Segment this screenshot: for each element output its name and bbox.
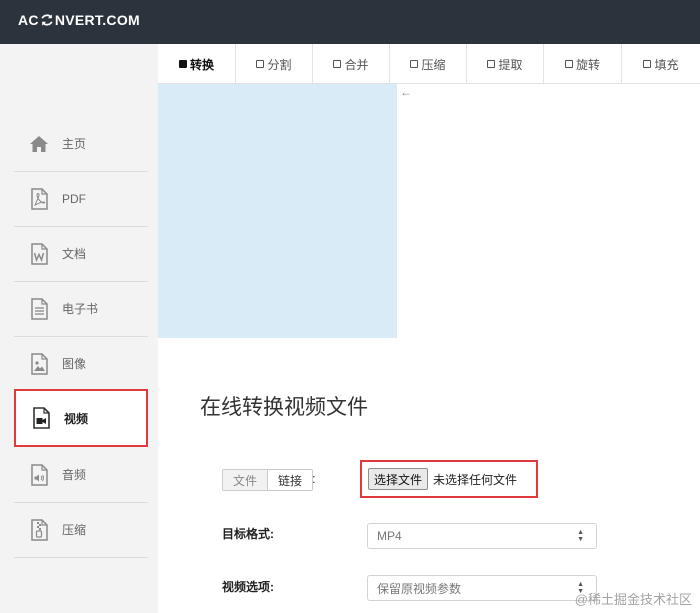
sidebar-item-label: 文档	[62, 247, 87, 261]
video-options-select[interactable]: 保留原视频参数 ▲ ▼	[367, 575, 597, 601]
pdf-file-icon	[28, 187, 50, 210]
sidebar-item-document[interactable]: 文档	[14, 226, 148, 282]
video-options-value: 保留原视频参数	[377, 581, 462, 596]
tab-label: 压缩	[421, 57, 446, 72]
site-logo[interactable]: AC NVERT.COM	[18, 12, 140, 28]
checkbox-icon	[256, 60, 265, 68]
image-file-icon	[28, 352, 50, 375]
tab-label: 旋转	[575, 57, 600, 72]
home-icon	[28, 133, 50, 155]
tab-rotate[interactable]: 旋转	[544, 44, 622, 84]
word-document-icon	[28, 242, 50, 265]
tab-label: 合并	[344, 57, 369, 72]
file-input-highlight: 选择文件 未选择任何文件	[360, 460, 538, 498]
sidebar-item-label: 音频	[62, 468, 87, 482]
ebook-icon	[28, 297, 50, 320]
choose-file-button[interactable]: 选择文件	[368, 468, 429, 490]
checkbox-icon	[487, 60, 496, 68]
tab-convert[interactable]: 转换	[158, 44, 236, 84]
checkbox-icon	[410, 60, 419, 68]
select-caret-icon: ▲ ▼	[577, 529, 584, 543]
sidebar-item-label: PDF	[62, 191, 86, 206]
tab-label: 分割	[267, 57, 292, 72]
checkbox-icon	[333, 60, 342, 68]
back-arrow-icon[interactable]: ←	[400, 85, 412, 99]
sidebar-item-home[interactable]: 主页	[14, 116, 148, 172]
sidebar-item-archive[interactable]: 压缩	[14, 502, 148, 558]
audio-file-icon	[28, 463, 50, 486]
tab-compress[interactable]: 压缩	[390, 44, 467, 84]
target-format-label: 目标格式:	[222, 527, 274, 541]
refresh-logo-icon	[41, 14, 53, 26]
tab-label: 填充	[654, 57, 679, 72]
archive-file-icon	[28, 518, 50, 541]
checkbox-icon	[564, 60, 573, 68]
logo-text-left: AC	[18, 12, 39, 28]
sidebar: 主页 PDF 文档 电子书 图像 视频 音频 压缩	[0, 44, 158, 613]
file-status-text: 未选择任何文件	[433, 472, 518, 487]
sidebar-item-label: 视频	[64, 411, 89, 426]
video-file-icon	[30, 407, 52, 429]
file-source-button[interactable]: 文件	[223, 470, 269, 490]
target-format-select[interactable]: MP4 ▲ ▼	[367, 523, 597, 549]
tab-label: 提取	[498, 57, 523, 72]
tab-fill[interactable]: 填充	[622, 44, 700, 84]
tab-merge[interactable]: 合并	[313, 44, 390, 84]
checkbox-icon	[178, 60, 187, 68]
ad-placeholder	[158, 84, 397, 338]
sidebar-item-audio[interactable]: 音频	[14, 447, 148, 503]
source-toggle: 文件 链接	[222, 469, 314, 491]
sidebar-item-pdf[interactable]: PDF	[14, 171, 148, 227]
sidebar-item-label: 压缩	[62, 523, 87, 537]
tab-label: 转换	[189, 57, 214, 72]
logo-text-right: NVERT.COM	[54, 12, 140, 28]
sidebar-item-label: 主页	[62, 137, 87, 151]
checkbox-icon	[643, 60, 652, 68]
target-format-value: MP4	[377, 529, 402, 543]
sidebar-item-video[interactable]: 视频	[14, 389, 148, 447]
top-bar: AC NVERT.COM	[0, 0, 700, 44]
link-source-button[interactable]: 链接	[268, 470, 313, 490]
source-colon: :	[312, 471, 316, 486]
watermark: @稀土掘金技术社区	[574, 592, 692, 607]
tab-split[interactable]: 分割	[236, 44, 313, 84]
sidebar-item-ebook[interactable]: 电子书	[14, 281, 148, 337]
page-title: 在线转换视频文件	[200, 396, 368, 419]
sidebar-item-label: 电子书	[62, 302, 99, 316]
sidebar-item-label: 图像	[62, 357, 87, 371]
tool-tabs: 转换 分割 合并 压缩 提取 旋转 填充	[158, 44, 700, 84]
video-options-label: 视频选项:	[222, 580, 274, 594]
sidebar-item-image[interactable]: 图像	[14, 336, 148, 392]
tab-extract[interactable]: 提取	[467, 44, 544, 84]
